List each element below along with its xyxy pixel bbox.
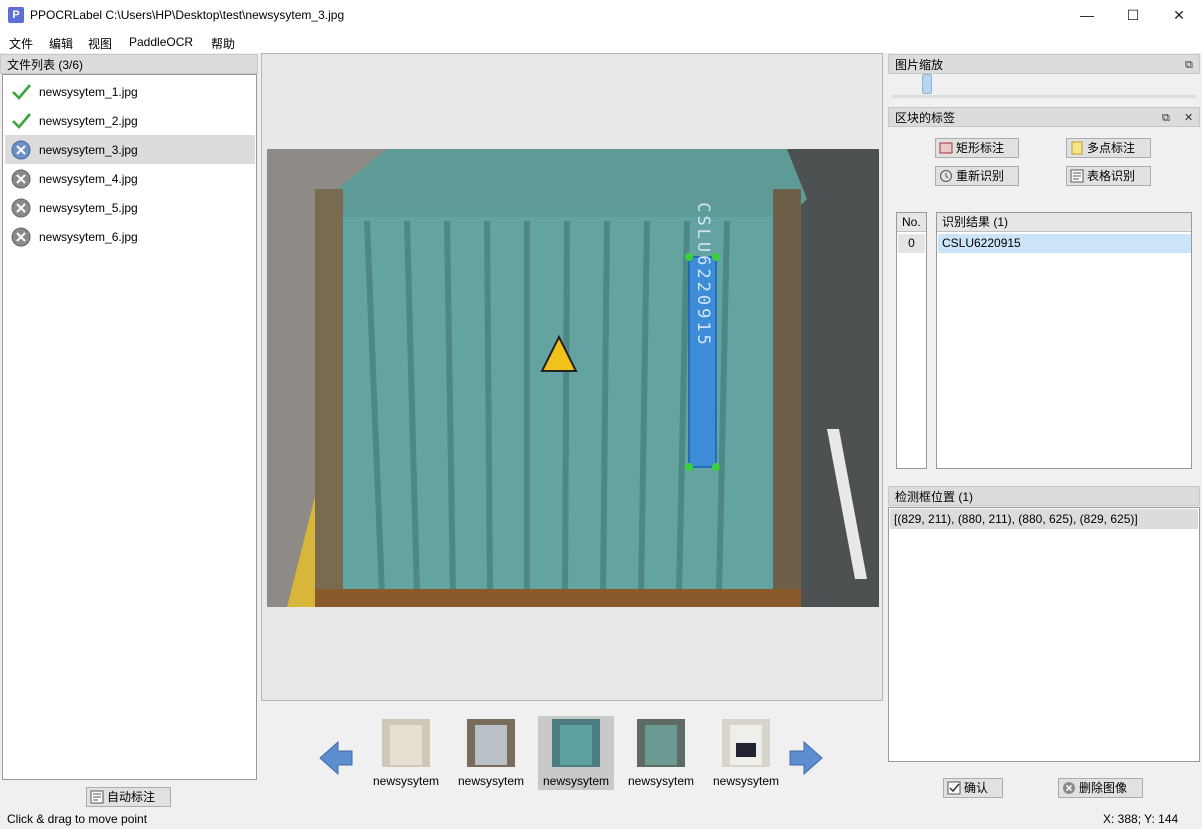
refresh-icon [940, 170, 952, 182]
confirm-label: 确认 [964, 781, 989, 795]
container-code-text: CSLU6220915 [693, 202, 713, 348]
note-icon [1071, 141, 1083, 155]
zoom-slider-handle[interactable] [922, 74, 932, 94]
file-item-6[interactable]: newsysytem_6.jpg [5, 222, 255, 251]
thumbnail-label: newsysytem [712, 774, 780, 788]
col-no-header: No. [897, 213, 926, 232]
window-title: PPOCRLabel C:\Users\HP\Desktop\test\news… [30, 8, 345, 22]
app-icon: P [8, 7, 24, 23]
result-list[interactable]: 识别结果 (1) CSLU6220915 [936, 212, 1192, 469]
delete-icon [1063, 782, 1075, 794]
rect-label-text: 矩形标注 [956, 141, 1005, 155]
thumbnail-1[interactable]: newsysytem [368, 716, 444, 790]
delete-image-label: 删除图像 [1079, 781, 1128, 795]
float-icon[interactable]: ⧉ [1185, 55, 1193, 75]
close-button[interactable]: ✕ [1156, 0, 1202, 31]
thumbnail-2[interactable]: newsysytem [453, 716, 529, 790]
polygon-label-button[interactable]: 多点标注 [1066, 138, 1151, 158]
thumbnail-image [552, 719, 600, 767]
file-name: newsysytem_2.jpg [39, 114, 138, 128]
col-result-header: 识别结果 (1) [937, 213, 1191, 232]
box-dock-title: 检测框位置 (1) [888, 486, 1200, 506]
thumbnail-label: newsysytem [542, 774, 610, 788]
menu-help[interactable]: 帮助 [211, 35, 235, 52]
thumbnail-image [722, 719, 770, 767]
label-dock-label: 区块的标签 [895, 111, 956, 125]
re-recognize-text: 重新识别 [956, 169, 1005, 183]
close-icon[interactable]: ✕ [1184, 108, 1193, 128]
title-bar: P PPOCRLabel C:\Users\HP\Desktop\test\ne… [0, 0, 1202, 31]
container-photo[interactable]: CSLU6220915 [267, 149, 879, 607]
thumbnail-label: newsysytem [457, 774, 525, 788]
thumbnail-3[interactable]: newsysytem [538, 716, 614, 790]
next-image-arrow-icon[interactable] [788, 740, 824, 776]
result-row[interactable]: CSLU6220915 [938, 234, 1191, 253]
thumbnail-image [382, 719, 430, 767]
auto-label-button[interactable]: 自动标注 [86, 787, 171, 807]
cursor-coordinates: X: 388; Y: 144 [1103, 812, 1179, 826]
rectangle-icon [939, 142, 953, 154]
confirm-button[interactable]: 确认 [943, 778, 1003, 798]
thumbnail-label: newsysytem [627, 774, 695, 788]
cross-circle-icon [11, 198, 31, 218]
file-item-1[interactable]: newsysytem_1.jpg [5, 77, 255, 106]
maximize-button[interactable]: ☐ [1110, 0, 1156, 31]
thumbnail-5[interactable]: newsysytem [708, 716, 784, 790]
thumbnail-4[interactable]: newsysytem [623, 716, 699, 790]
polygon-label-text: 多点标注 [1087, 141, 1136, 155]
row-number-column: No. 0 [896, 212, 927, 469]
document-icon [90, 790, 104, 804]
menu-view[interactable]: 视图 [88, 35, 112, 52]
checkmark-icon [12, 113, 31, 129]
label-dock-title: 区块的标签 ⧉ ✕ [888, 107, 1200, 127]
box-position-item[interactable]: [(829, 211), (880, 211), (880, 625), (82… [890, 509, 1198, 529]
menu-file[interactable]: 文件 [9, 35, 33, 52]
status-bar: Click & drag to move point X: 388; Y: 14… [0, 809, 1202, 829]
zoom-dock-title: 图片缩放 ⧉ [888, 54, 1200, 74]
table-icon [1070, 169, 1084, 183]
cross-circle-icon [11, 169, 31, 189]
file-list-title: 文件列表 (3/6) [0, 54, 258, 74]
float-icon[interactable]: ⧉ [1162, 108, 1170, 128]
file-item-2[interactable]: newsysytem_2.jpg [5, 106, 255, 135]
thumbnail-image [637, 719, 685, 767]
menu-paddleocr[interactable]: PaddleOCR [129, 35, 193, 49]
file-name: newsysytem_5.jpg [39, 201, 138, 215]
minimize-button[interactable]: — [1064, 0, 1110, 31]
zoom-dock-label: 图片缩放 [895, 58, 944, 72]
zoom-slider-track[interactable] [892, 95, 1196, 98]
menu-bar: 文件 编辑 视图 PaddleOCR 帮助 [0, 31, 1202, 53]
box-position-list[interactable]: [(829, 211), (880, 211), (880, 625), (82… [888, 507, 1200, 762]
table-recognize-text: 表格识别 [1087, 169, 1136, 183]
auto-label-label: 自动标注 [107, 790, 156, 804]
menu-edit[interactable]: 编辑 [49, 35, 73, 52]
file-list[interactable]: newsysytem_1.jpg newsysytem_2.jpg newsys… [2, 74, 257, 780]
cross-circle-icon [11, 227, 31, 247]
re-recognize-button[interactable]: 重新识别 [935, 166, 1019, 186]
delete-image-button[interactable]: 删除图像 [1058, 778, 1143, 798]
file-name: newsysytem_4.jpg [39, 172, 138, 186]
thumbnail-label: newsysytem [372, 774, 440, 788]
thumbnail-image [467, 719, 515, 767]
prev-image-arrow-icon[interactable] [318, 740, 354, 776]
checkbox-icon [947, 781, 961, 795]
file-item-3[interactable]: newsysytem_3.jpg [5, 135, 255, 164]
container-image: CSLU6220915 [267, 149, 879, 607]
rect-label-button[interactable]: 矩形标注 [935, 138, 1019, 158]
file-item-5[interactable]: newsysytem_5.jpg [5, 193, 255, 222]
image-canvas[interactable]: CSLU6220915 [261, 53, 883, 701]
file-name: newsysytem_6.jpg [39, 230, 138, 244]
cross-circle-icon [11, 140, 31, 160]
checkmark-icon [12, 84, 31, 100]
file-item-4[interactable]: newsysytem_4.jpg [5, 164, 255, 193]
table-recognize-button[interactable]: 表格识别 [1066, 166, 1151, 186]
row-number: 0 [898, 234, 925, 253]
file-name: newsysytem_1.jpg [39, 85, 138, 99]
file-name: newsysytem_3.jpg [39, 143, 138, 157]
status-message: Click & drag to move point [7, 812, 148, 826]
